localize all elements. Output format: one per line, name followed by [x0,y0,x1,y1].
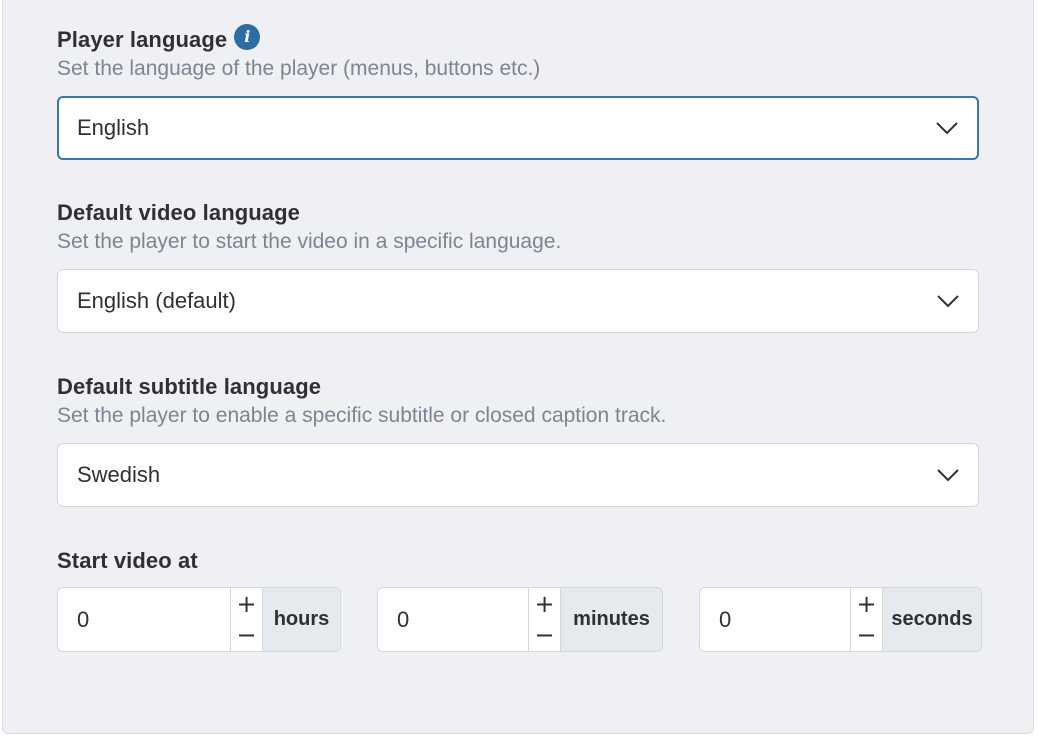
chevron-down-icon [936,122,958,135]
subtitle-language-value: Swedish [77,462,161,487]
seconds-stepper: + − [850,588,882,651]
minutes-increment-button[interactable]: + [529,588,560,620]
video-language-help: Set the player to start the video in a s… [57,230,562,253]
minutes-group: 0 + − minutes [377,587,663,652]
video-language-select[interactable]: English (default) [57,269,979,333]
seconds-group: 0 + − seconds [699,587,982,652]
subtitle-language-help: Set the player to enable a specific subt… [57,404,667,427]
hours-decrement-button[interactable]: − [231,620,262,652]
chevron-down-icon [937,469,959,482]
minutes-decrement-button[interactable]: − [529,620,560,652]
video-language-value: English (default) [77,288,236,313]
subtitle-language-field: Default subtitle language Set the player… [57,372,979,507]
player-language-help: Set the language of the player (menus, b… [57,57,541,80]
start-video-label: Start video at [57,548,198,573]
chevron-down-icon [937,295,959,308]
player-language-field: Player language i Set the language of th… [57,24,979,160]
subtitle-language-select[interactable]: Swedish [57,443,979,507]
player-language-label-row: Player language i [57,24,979,55]
hours-increment-button[interactable]: + [231,588,262,620]
start-video-label-row: Start video at [57,546,979,576]
video-language-label: Default video language [57,200,301,225]
hours-group: 0 + − hours [57,587,341,652]
seconds-unit-label: seconds [882,588,981,651]
seconds-increment-button[interactable]: + [851,588,882,620]
player-language-label: Player language [57,27,228,52]
hours-unit-label: hours [262,588,340,651]
hours-input[interactable]: 0 [58,588,230,651]
video-language-label-row: Default video language [57,198,979,228]
start-time-inputs: 0 + − hours 0 + − minutes 0 + − seconds [57,587,982,652]
minutes-input[interactable]: 0 [378,588,528,651]
player-language-value: English [77,115,150,140]
player-language-select[interactable]: English [57,96,979,160]
video-language-field: Default video language Set the player to… [57,198,979,333]
subtitle-language-label-row: Default subtitle language [57,372,979,402]
start-video-field: Start video at [57,546,979,576]
minutes-unit-label: minutes [560,588,662,651]
hours-stepper: + − [230,588,262,651]
minutes-stepper: + − [528,588,560,651]
seconds-input[interactable]: 0 [700,588,850,651]
subtitle-language-label: Default subtitle language [57,374,322,399]
info-icon[interactable]: i [234,24,261,50]
seconds-decrement-button[interactable]: − [851,620,882,652]
